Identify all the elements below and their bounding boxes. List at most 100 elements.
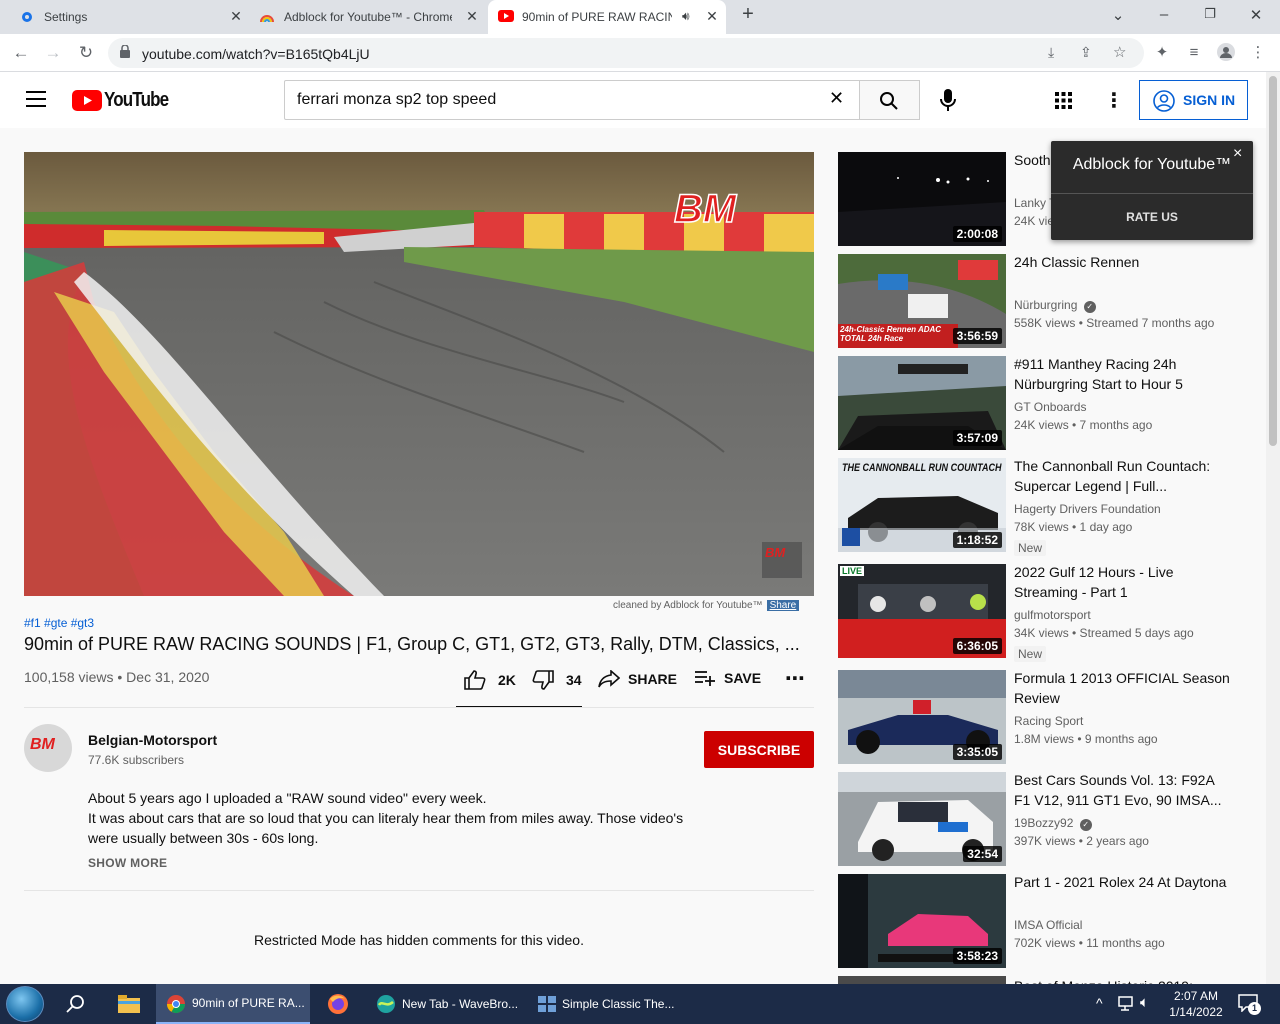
back-icon[interactable]: ← [10,42,32,64]
subscribe-button[interactable]: SUBSCRIBE [704,731,814,768]
playlist-add-icon [695,671,715,686]
minimize-icon[interactable]: – [1154,6,1174,23]
taskbar-item-firefox[interactable] [318,984,358,1024]
recommendation-item[interactable]: 3:35:05 Formula 1 2013 OFFICIAL Season R… [838,670,1258,764]
extensions-icon[interactable]: ✦ [1152,43,1172,63]
save-button[interactable]: SAVE [694,670,761,686]
apps-grid-icon[interactable] [1055,92,1072,114]
search-icon[interactable] [66,994,86,1019]
install-icon[interactable]: ⤓ [1048,44,1054,61]
recommendation-item[interactable]: 3:57:09 #911 Manthey Racing 24h Nürburgr… [838,356,1258,450]
recommendation-item[interactable]: 24h-Classic Rennen ADAC TOTAL 24h Race 3… [838,254,1258,348]
recommendation-title: Part 1 - 2021 Rolex 24 At Daytona [1014,874,1227,890]
recommendation-item[interactable]: Best of Monza Historic 2019: [838,976,1258,984]
taskbar-item-chrome[interactable]: 90min of PURE RA... [156,984,310,1024]
dislike-button[interactable]: 34 [532,670,582,690]
adblock-note-text: cleaned by Adblock for Youtube™ [613,600,763,611]
adblock-share-chip[interactable]: Share [766,600,800,611]
menu-kebab-icon[interactable]: ⋮ [1248,43,1268,63]
microphone-icon[interactable] [940,89,956,116]
subscriber-count: 77.6K subscribers [88,753,185,767]
close-popup-icon[interactable]: × [1233,145,1242,163]
restore-icon[interactable]: ❐ [1200,6,1220,22]
rainbow-icon [260,10,276,24]
taskbar-item-label: 90min of PURE RA... [192,996,305,1010]
profile-icon[interactable] [1216,43,1236,63]
video-thumbnail[interactable] [838,976,1006,984]
search-button[interactable] [859,80,920,120]
duration-badge: 32:54 [963,846,1002,862]
hashtags[interactable]: #f1 #gte #gt3 [24,616,94,630]
bookmark-star-icon[interactable]: ☆ [1113,43,1126,61]
show-hidden-icons-icon[interactable]: ^ [1096,995,1103,1011]
close-tab-icon[interactable]: ✕ [464,8,480,25]
hamburger-menu-icon[interactable] [26,91,46,107]
reload-icon[interactable]: ↻ [75,42,97,64]
youtube-logo-icon [72,90,102,111]
tab-title: Adblock for Youtube™ - Chrome We [284,10,452,24]
taskbar-item-classic-theme[interactable]: Simple Classic The... [530,984,680,1024]
duration-badge: 3:57:09 [952,430,1002,446]
network-icon[interactable] [1118,996,1136,1017]
video-thumbnail[interactable]: 3:58:23 [838,874,1006,968]
address-bar[interactable]: youtube.com/watch?v=B165tQb4LjU ⤓ ⇪ ☆ [108,38,1144,68]
video-thumbnail[interactable]: 2:00:08 [838,152,1006,246]
more-actions-icon[interactable]: ⋯ [785,666,805,691]
firefox-icon [328,994,348,1014]
show-more-button[interactable]: SHOW MORE [88,856,167,870]
close-tab-icon[interactable]: ✕ [228,8,244,25]
recommendation-title: Formula 1 2013 OFFICIAL Season Review [1014,670,1230,706]
tab-settings[interactable]: Settings ✕ [20,0,246,34]
volume-muted-icon[interactable]: 🔈︎ [1140,994,1149,1011]
recommendation-item[interactable]: LIVE 6:36:05 2022 Gulf 12 Hours - Live S… [838,564,1258,662]
close-tab-icon[interactable]: ✕ [704,8,720,25]
recommendation-item[interactable]: THE CANNONBALL RUN COUNTACH 1:18:52 The … [838,458,1258,556]
search-input[interactable]: ferrari monza sp2 top speed ✕ [284,80,860,120]
recommendation-title: Best of Monza Historic 2019: [1014,976,1234,984]
new-tab-button[interactable]: + [738,3,758,26]
description-line: were usually between 30s - 60s long. [88,830,319,846]
like-button[interactable]: 2K [464,670,516,690]
video-thumbnail[interactable]: THE CANNONBALL RUN COUNTACH 1:18:52 [838,458,1006,552]
file-explorer-icon[interactable] [118,995,140,1018]
rate-us-button[interactable]: RATE US [1051,194,1253,240]
clear-search-icon[interactable]: ✕ [829,88,844,109]
youtube-logo[interactable]: YouTube [72,89,180,112]
notification-center-icon[interactable]: 1 [1238,994,1261,1015]
tab-search-icon[interactable]: ⌄ [1108,6,1128,24]
page-scrollbar[interactable] [1266,72,1280,984]
verified-check-icon: ✓ [1083,301,1096,313]
forward-icon[interactable]: → [42,42,64,64]
video-thumbnail[interactable]: 24h-Classic Rennen ADAC TOTAL 24h Race 3… [838,254,1006,348]
settings-kebab-icon[interactable]: ⋮ [1104,88,1124,113]
tab-adblock[interactable]: Adblock for Youtube™ - Chrome We ✕ [260,0,482,34]
video-thumbnail[interactable]: 3:57:09 [838,356,1006,450]
lock-icon[interactable] [120,44,130,61]
tab-youtube-video[interactable]: 90min of PURE RAW RACING 🔊︎ ✕ [488,0,726,34]
taskbar-item-wavebrowser[interactable]: New Tab - WaveBro... [366,984,522,1024]
reading-list-icon[interactable]: ≡ [1184,43,1204,63]
video-player[interactable]: BM BM [24,152,814,596]
channel-name[interactable]: Belgian-Motorsport [88,732,217,748]
windows-taskbar: 90min of PURE RA... New Tab - WaveBro...… [0,984,1280,1024]
system-clock[interactable]: 2:07 AM 1/14/2022 [1164,988,1228,1020]
share-page-icon[interactable]: ⇪ [1080,44,1092,61]
channel-avatar[interactable]: BM [24,724,72,772]
popup-title: Adblock for Youtube™ [1072,156,1232,173]
recommendation-item[interactable]: 32:54 Best Cars Sounds Vol. 13: F92A F1 … [838,772,1258,866]
recommendation-views: 702K views • 11 months ago [1014,936,1165,950]
recommendation-item[interactable]: 3:58:23 Part 1 - 2021 Rolex 24 At Dayton… [838,874,1258,968]
speaker-icon[interactable]: 🔊︎ [682,9,690,24]
video-thumbnail[interactable]: 32:54 [838,772,1006,866]
video-thumbnail[interactable]: 3:35:05 [838,670,1006,764]
video-thumbnail[interactable]: LIVE 6:36:05 [838,564,1006,658]
sign-in-button[interactable]: SIGN IN [1139,80,1248,120]
start-button[interactable] [6,986,44,1022]
share-button[interactable]: SHARE [598,670,677,688]
account-icon [1153,90,1175,112]
scrollbar-thumb[interactable] [1269,76,1277,446]
watermark-text: BM [674,187,738,231]
close-window-icon[interactable]: ✕ [1246,6,1266,24]
youtube-logo-text: YouTube [104,89,169,111]
duration-badge: 1:18:52 [952,532,1002,548]
